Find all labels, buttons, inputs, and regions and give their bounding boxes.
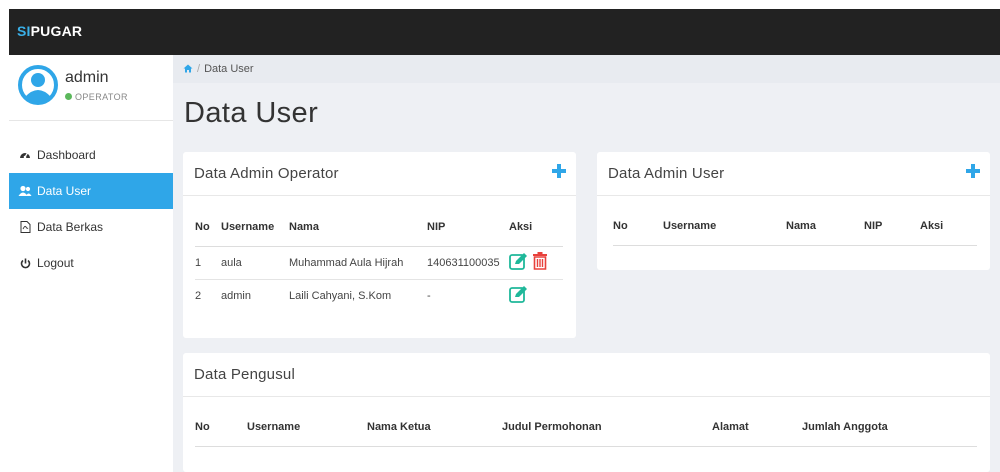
col-header-jumlah-anggota: Jumlah Anggota (802, 409, 977, 447)
col-header-username: Username (247, 409, 367, 447)
col-header-nama: Nama (289, 208, 427, 247)
dashboard-icon (18, 148, 32, 162)
cell-no: 2 (195, 289, 202, 302)
sidebar-item-label: Data Berkas (37, 220, 104, 234)
cell-actions (509, 246, 563, 280)
panel-header: Data Pengusul (183, 353, 990, 397)
col-header-no: No (613, 208, 663, 246)
cell-nama: Laili Cahyani, S.Kom (289, 289, 392, 302)
sidebar-item-data-user[interactable]: Data User (9, 173, 173, 209)
table-row: 2 admin Laili Cahyani, S.Kom - (195, 279, 563, 312)
brand-logo[interactable]: SIPUGAR (17, 23, 82, 39)
sidebar-nav: Dashboard Data User Data Berkas Logout (9, 137, 173, 281)
panel-title: Data Admin Operator (194, 165, 339, 182)
breadcrumb-separator: / (197, 63, 201, 75)
col-header-nip: NIP (427, 208, 509, 247)
users-icon (18, 184, 32, 198)
cell-no: 1 (195, 246, 221, 280)
panel-admin-operator: Data Admin Operator No Username Nama NIP… (183, 152, 576, 338)
edit-icon[interactable] (509, 285, 529, 306)
cell-nip: - (427, 289, 431, 302)
add-user-plus-icon[interactable] (966, 164, 980, 178)
panel-title: Data Pengusul (194, 366, 296, 383)
col-header-judul-permohonan: Judul Permohonan (502, 409, 712, 447)
user-profile: admin OPERATOR (9, 55, 173, 121)
cell-nama: Muhammad Aula Hijrah (289, 246, 427, 280)
table-header-row: No Username Nama NIP Aksi (613, 208, 977, 246)
col-header-no: No (195, 208, 221, 247)
home-icon[interactable] (183, 56, 193, 84)
add-operator-plus-icon[interactable] (552, 164, 566, 178)
profile-role: OPERATOR (65, 92, 128, 102)
cell-actions (509, 279, 563, 312)
edit-icon[interactable] (509, 252, 529, 273)
file-pdf-icon (18, 220, 32, 234)
trash-icon[interactable] (532, 252, 548, 273)
col-header-username: Username (663, 208, 786, 246)
table-header-row: No Username Nama Ketua Judul Permohonan … (195, 409, 977, 447)
top-navbar: SIPUGAR (9, 9, 1000, 55)
panel-pengusul: Data Pengusul No Username Nama Ketua Jud… (183, 353, 990, 472)
col-header-username: Username (221, 208, 289, 247)
cell-username: admin (221, 289, 251, 302)
sidebar-item-label: Logout (37, 256, 74, 270)
sidebar-item-label: Data User (37, 184, 92, 198)
online-status-dot (65, 93, 72, 100)
col-header-no: No (195, 409, 247, 447)
col-header-nip: NIP (864, 208, 920, 246)
brand-name: PUGAR (30, 23, 83, 39)
profile-username: admin (65, 69, 109, 86)
main-content: / Data User Data User Data Admin Operator… (173, 55, 1000, 472)
panel-header: Data Admin User (597, 152, 990, 196)
col-header-nama: Nama (786, 208, 864, 246)
brand-prefix: SI (17, 23, 31, 39)
sidebar-item-label: Dashboard (37, 148, 96, 162)
sidebar-item-data-berkas[interactable]: Data Berkas (9, 209, 173, 245)
admin-user-table: No Username Nama NIP Aksi (613, 208, 977, 246)
col-header-alamat: Alamat (712, 409, 802, 447)
panel-title: Data Admin User (608, 165, 725, 182)
panel-header: Data Admin Operator (183, 152, 576, 196)
sidebar-item-logout[interactable]: Logout (9, 245, 173, 281)
cell-nip: 140631100035 (427, 246, 509, 280)
pengusul-table: No Username Nama Ketua Judul Permohonan … (195, 409, 977, 447)
sidebar: admin OPERATOR Dashboard Data User Data … (9, 55, 173, 472)
breadcrumb: / Data User (173, 55, 1000, 83)
user-avatar-icon (18, 65, 58, 105)
col-header-aksi: Aksi (920, 208, 977, 246)
table-row: 1 aula Muhammad Aula Hijrah 140631100035 (195, 246, 563, 280)
power-icon (18, 256, 32, 270)
col-header-nama-ketua: Nama Ketua (367, 409, 502, 447)
profile-role-label: OPERATOR (75, 92, 128, 102)
page-title: Data User (184, 97, 319, 129)
panel-admin-user: Data Admin User No Username Nama NIP Aks… (597, 152, 990, 270)
sidebar-item-dashboard[interactable]: Dashboard (9, 137, 173, 173)
col-header-aksi: Aksi (509, 208, 563, 247)
breadcrumb-current: Data User (204, 63, 254, 75)
table-header-row: No Username Nama NIP Aksi (195, 208, 563, 247)
cell-username: aula (221, 246, 289, 280)
operator-table: No Username Nama NIP Aksi 1 aula Muhamma… (195, 208, 563, 312)
